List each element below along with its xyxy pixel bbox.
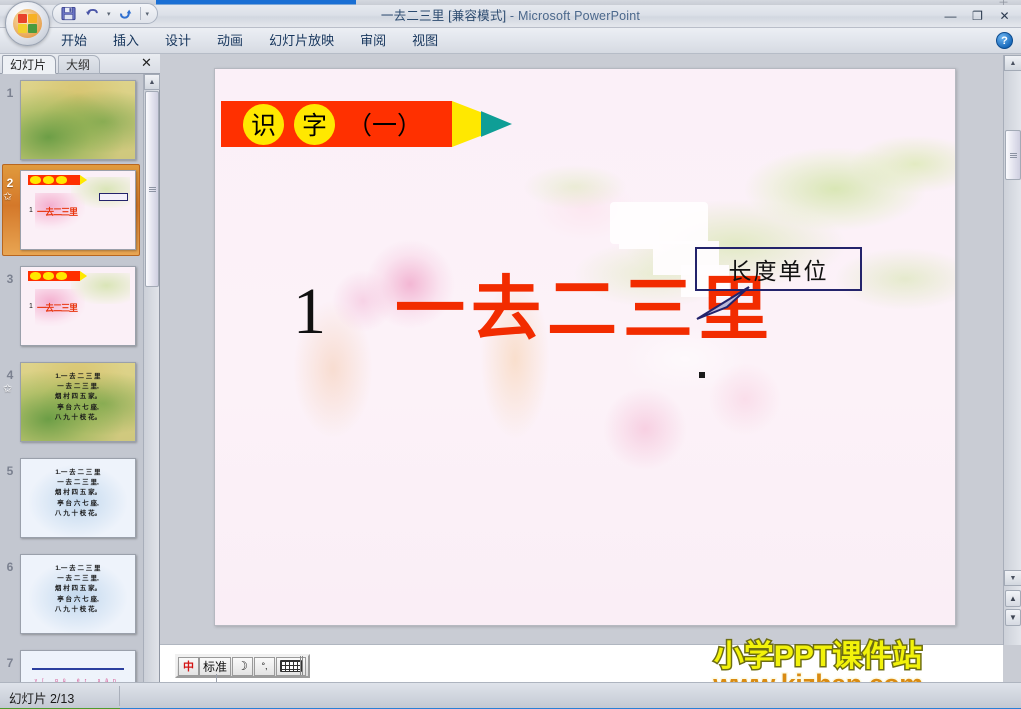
undo-icon[interactable]	[83, 5, 102, 22]
qat-separator	[139, 7, 141, 20]
ribbon-tabs: 开始 插入 设计 动画 幻灯片放映 审阅 视图	[48, 28, 451, 54]
pencil-tip-icon	[481, 111, 512, 137]
thumb-image: 1.一 去 二 三 里 一 去 二 三 里, 烟 村 四 五 家。 亭 台 六 …	[20, 554, 136, 634]
thumb-number: 5	[6, 464, 14, 478]
restore-button[interactable]: ❐	[965, 7, 990, 25]
pencil-body: 识 字 （一）	[221, 101, 452, 147]
thumb-mini-title: 一去二三里	[36, 207, 78, 218]
thumb-image	[20, 80, 136, 160]
thumb-image: yī qù èr sān lǐ	[20, 650, 136, 682]
close-button[interactable]: ✕	[992, 7, 1017, 25]
title-separator: -	[506, 9, 518, 23]
tab-view[interactable]: 视图	[399, 29, 451, 53]
previous-slide-button[interactable]: ▲	[1005, 590, 1021, 607]
thumb-number: 1	[6, 86, 14, 100]
quick-access-toolbar: ▾ ▾	[52, 3, 159, 24]
tab-animations[interactable]: 动画	[204, 29, 256, 53]
ime-logo-icon[interactable]: 中	[178, 656, 199, 676]
customize-qat-icon[interactable]: ▾	[146, 10, 150, 18]
ribbon-tab-bar: 开始 插入 设计 动画 幻灯片放映 审阅 视图 ?	[0, 28, 1021, 54]
thumbnail-slide-1[interactable]: 1	[0, 80, 142, 160]
thumb-number: 2	[6, 176, 14, 190]
thumb-mini-number: 1	[28, 302, 33, 310]
thumb-number: 4	[6, 368, 14, 382]
thumbnail-scrollbar[interactable]: ▲	[143, 74, 160, 682]
thumbnail-slide-6[interactable]: 6 1.一 去 二 三 里 一 去 二 三 里, 烟 村 四 五 家。 亭 台 …	[0, 554, 142, 634]
office-logo-icon	[13, 9, 42, 38]
scroll-up-icon[interactable]: ▲	[144, 74, 160, 90]
slide-vertical-scrollbar[interactable]: ▲ ▼ ▲ ▼	[1003, 55, 1021, 645]
application-name: Microsoft PowerPoint	[517, 9, 641, 23]
thumb-mini-title: 一去二三里	[36, 303, 78, 314]
window-controls: — ❐ ✕	[938, 7, 1017, 25]
save-icon[interactable]	[59, 5, 78, 22]
callout-tail-icon	[696, 286, 750, 320]
status-separator	[119, 686, 120, 706]
tab-design[interactable]: 设计	[152, 29, 204, 53]
tab-review[interactable]: 审阅	[347, 29, 399, 53]
next-slide-button[interactable]: ▼	[1005, 609, 1021, 626]
status-bar: 幻灯片 2/13	[0, 682, 1021, 709]
notes-pane-divider	[216, 674, 217, 682]
banner-paren: （一）	[347, 112, 423, 140]
powerpoint-window: ＋ 一去二三里 [兼容模式] - Microsoft PowerPoint — …	[0, 0, 1021, 709]
current-slide[interactable]: 识 字 （一） 1 一去二三里 长度单位	[214, 68, 956, 626]
title-period-mark	[699, 372, 705, 378]
slide-panel-tabs: 大纲 幻灯片 ✕	[0, 54, 160, 74]
thumb-poem: 1.一 去 二 三 里 一 去 二 三 里, 烟 村 四 五 家。 亭 台 六 …	[54, 373, 102, 421]
thumbnail-slide-2[interactable]: 2 1 一去二三里 ✩	[0, 170, 142, 250]
scroll-up-icon[interactable]: ▲	[1004, 55, 1021, 71]
banner-char-zi: 字	[294, 103, 335, 145]
ime-logo-cn: 中	[183, 660, 194, 673]
close-panel-icon[interactable]: ✕	[139, 56, 154, 71]
thumb-image: 1 一去二三里	[20, 266, 136, 346]
tab-slideshow[interactable]: 幻灯片放映	[256, 29, 347, 53]
banner-char-shi: 识	[243, 103, 284, 145]
thumb-image: 1.一 去 二 三 里 一 去 二 三 里, 烟 村 四 五 家。 亭 台 六 …	[20, 458, 136, 538]
tab-slides[interactable]: 幻灯片	[2, 55, 57, 74]
animation-star-icon: ✩	[3, 383, 13, 395]
slide-edit-area: 识 字 （一） 1 一去二三里 长度单位	[160, 68, 1003, 644]
ime-mode-button[interactable]: 标准	[199, 656, 232, 676]
ime-drag-handle[interactable]	[300, 656, 303, 675]
redo-icon[interactable]	[116, 5, 135, 22]
slide-thumbnail-pane[interactable]: 1 2 1 一去二三里 ✩ 3 1 一去二三里 4 1.一 去 二 三 里 一 …	[0, 74, 160, 682]
thumb-poem: 1.一 去 二 三 里 一 去 二 三 里, 烟 村 四 五 家。 亭 台 六 …	[54, 565, 102, 613]
pencil-wood-icon	[452, 101, 483, 147]
ime-language-bar[interactable]: 中 标准 ☽ °,	[175, 654, 311, 678]
thumb-poem: 1.一 去 二 三 里 一 去 二 三 里, 烟 村 四 五 家。 亭 台 六 …	[54, 469, 102, 517]
thumbnail-slide-4[interactable]: 4 1.一 去 二 三 里 一 去 二 三 里, 烟 村 四 五 家。 亭 台 …	[0, 362, 142, 442]
thumbnail-slide-3[interactable]: 3 1 一去二三里	[0, 266, 142, 346]
thumbnail-slide-7[interactable]: 7 yī qù èr sān lǐ	[0, 650, 142, 682]
thumb-image: 1.一 去 二 三 里 一 去 二 三 里, 烟 村 四 五 家。 亭 台 六 …	[20, 362, 136, 442]
ime-punctuation-icon[interactable]: °,	[254, 656, 276, 676]
animation-star-icon: ✩	[3, 191, 13, 203]
tab-insert[interactable]: 插入	[100, 29, 152, 53]
tab-outline[interactable]: 大纲	[58, 55, 101, 74]
thumb-number: 7	[6, 656, 14, 670]
thumbnail-slide-5[interactable]: 5 1.一 去 二 三 里 一 去 二 三 里, 烟 村 四 五 家。 亭 台 …	[0, 458, 142, 538]
tab-home[interactable]: 开始	[48, 29, 100, 53]
thumb-number: 3	[6, 272, 14, 286]
thumb-mini-number: 1	[28, 206, 33, 214]
thumb-image: 1 一去二三里	[20, 170, 136, 250]
slide-counter: 幻灯片 2/13	[9, 692, 75, 706]
office-button[interactable]	[5, 1, 50, 46]
help-icon[interactable]: ?	[996, 32, 1013, 49]
scroll-down-icon[interactable]: ▼	[1004, 570, 1021, 586]
ime-shape-icon[interactable]: ☽	[232, 656, 254, 676]
thumb-number: 6	[6, 560, 14, 574]
undo-dropdown-icon[interactable]: ▾	[107, 10, 111, 18]
scrollbar-thumb[interactable]	[145, 91, 159, 287]
scrollbar-thumb[interactable]	[1005, 130, 1021, 180]
pencil-banner[interactable]: 识 字 （一）	[221, 101, 512, 147]
document-title: 一去二三里 [兼容模式]	[380, 9, 507, 23]
minimize-button[interactable]: —	[938, 7, 963, 25]
slide-number-one: 1	[293, 275, 326, 348]
